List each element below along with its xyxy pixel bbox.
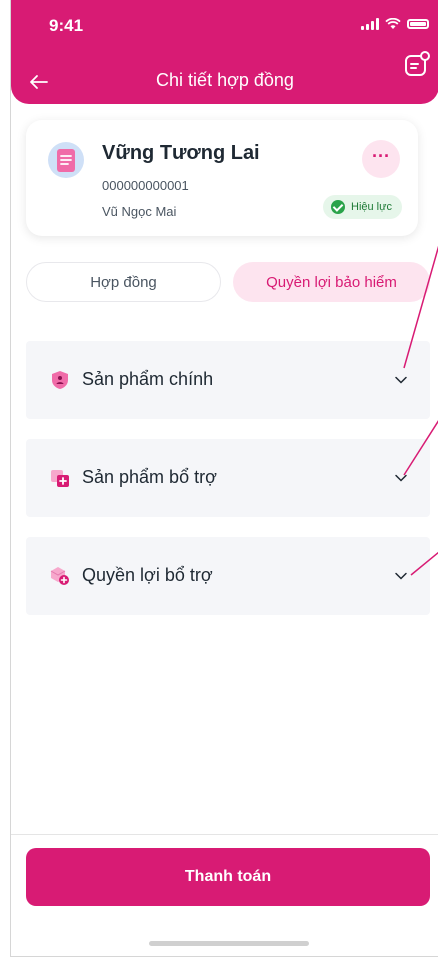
battery-icon [407, 19, 429, 29]
box-add-icon [50, 567, 69, 585]
pay-button[interactable]: Thanh toán [26, 848, 430, 906]
home-indicator [149, 941, 309, 946]
section-label: Sản phẩm chính [82, 369, 214, 389]
chevron-down-icon[interactable] [394, 471, 408, 485]
footer-divider [11, 834, 438, 835]
check-circle-icon [331, 200, 345, 214]
tab-insurance-benefits[interactable]: Quyền lợi bảo hiểm [233, 262, 430, 302]
document-icon [48, 142, 84, 178]
message-notification-icon[interactable] [403, 50, 431, 78]
phone-frame: 9:41 Chi tiết hợp đồng Vững Tương Lai 00… [10, 0, 438, 957]
signal-icon [361, 18, 379, 30]
chevron-down-icon[interactable] [394, 569, 408, 583]
section-label: Sản phẩm bổ trợ [82, 467, 217, 487]
wifi-icon [385, 18, 401, 29]
status-label: Hiệu lực [351, 201, 392, 213]
more-options-button[interactable]: ··· [362, 140, 400, 178]
status-icons [361, 18, 429, 30]
status-time: 9:41 [49, 16, 84, 35]
contract-owner: Vũ Ngọc Mai [102, 204, 177, 219]
section-supplementary-product[interactable]: Sản phẩm bổ trợ [26, 439, 430, 517]
contract-name: Vững Tương Lai [102, 142, 260, 164]
contract-number: 000000000001 [102, 178, 189, 193]
app-header: 9:41 Chi tiết hợp đồng [11, 0, 438, 104]
page-title: Chi tiết hợp đồng [156, 70, 294, 90]
chevron-down-icon[interactable] [394, 373, 408, 387]
tab-contract[interactable]: Hợp đồng [26, 262, 221, 302]
section-supplementary-benefits[interactable]: Quyền lợi bổ trợ [26, 537, 430, 615]
tab-bar: Hợp đồng Quyền lợi bảo hiểm [26, 262, 430, 304]
section-main-product[interactable]: Sản phẩm chính [26, 341, 430, 419]
add-product-icon [51, 470, 69, 487]
status-badge: Hiệu lực [323, 195, 402, 219]
section-label: Quyền lợi bổ trợ [82, 565, 213, 585]
contract-card[interactable]: Vững Tương Lai 000000000001 Vũ Ngọc Mai … [26, 120, 418, 236]
shield-user-icon [52, 371, 68, 389]
